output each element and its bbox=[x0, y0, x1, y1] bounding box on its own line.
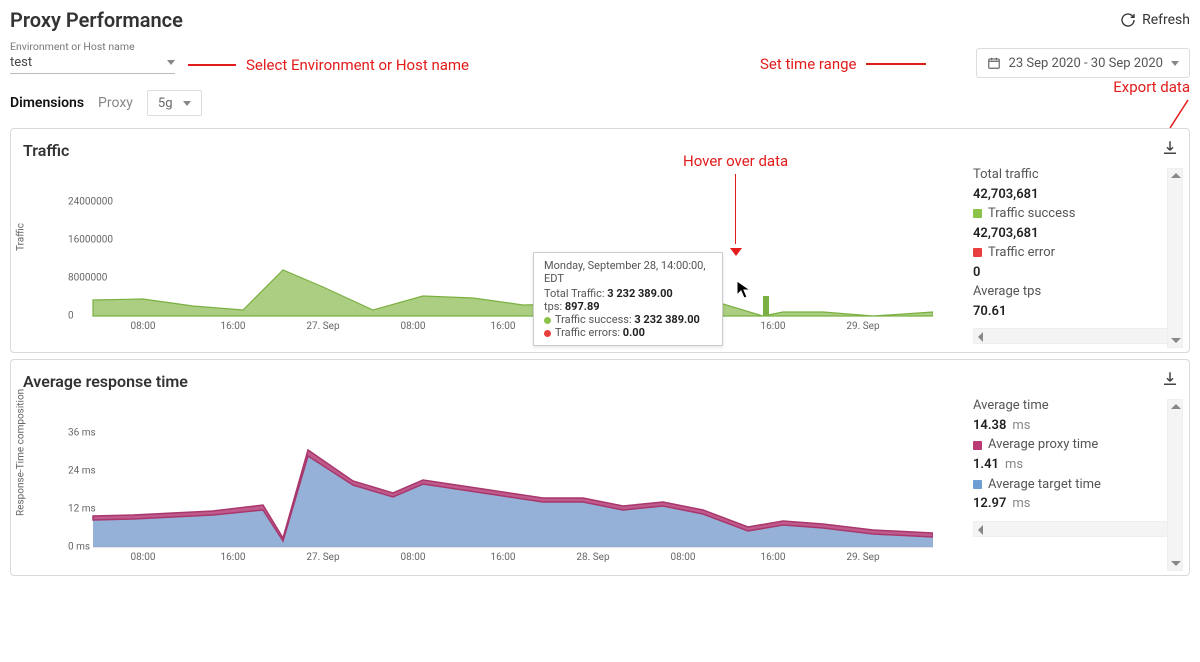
legend-v-scrollbar[interactable] bbox=[1167, 168, 1183, 348]
dimensions-proxy-label: Proxy bbox=[98, 95, 133, 111]
legend-avg-tps-value: 70.61 bbox=[973, 303, 1177, 321]
date-range-picker[interactable]: 23 Sep 2020 - 30 Sep 2020 bbox=[976, 48, 1190, 78]
tooltip-errors-label: Traffic errors: bbox=[555, 326, 620, 339]
legend-proxy-label: Average proxy time bbox=[988, 437, 1098, 452]
dimensions-proxy-value: 5g bbox=[158, 96, 173, 111]
date-range-value: 23 Sep 2020 - 30 Sep 2020 bbox=[1009, 56, 1163, 71]
unit-ms: ms bbox=[1005, 457, 1023, 472]
legend-success-value: 42,703,681 bbox=[973, 225, 1177, 243]
square-red-icon bbox=[973, 248, 982, 257]
traffic-chart[interactable]: Traffic 0 8000000 16000000 24000000 08:0… bbox=[23, 166, 943, 336]
traffic-tooltip: Monday, September 28, 14:00:00, EDT Tota… bbox=[533, 252, 723, 346]
download-icon bbox=[1161, 370, 1179, 388]
refresh-button[interactable]: Refresh bbox=[1120, 12, 1190, 28]
environment-value: test bbox=[10, 55, 32, 70]
environment-label: Environment or Host name bbox=[10, 40, 175, 53]
response-time-panel-title: Average response time bbox=[23, 372, 1177, 391]
dimensions-proxy-select[interactable]: 5g bbox=[147, 90, 202, 116]
chevron-down-icon bbox=[1171, 61, 1179, 66]
export-traffic-button[interactable] bbox=[1161, 139, 1179, 161]
square-blue-icon bbox=[973, 480, 982, 489]
dot-green-icon bbox=[544, 317, 551, 324]
download-icon bbox=[1161, 139, 1179, 157]
annotation-hover: Hover over data bbox=[683, 152, 788, 170]
annotation-env: Select Environment or Host name bbox=[246, 56, 469, 74]
environment-select[interactable]: Environment or Host name test bbox=[10, 40, 175, 74]
tooltip-tps-value: 897.89 bbox=[565, 300, 600, 313]
response-time-area-chart bbox=[63, 397, 933, 567]
legend-success-label: Traffic success bbox=[988, 206, 1075, 221]
dot-red-icon bbox=[544, 330, 551, 337]
x-tick: 16:00 bbox=[761, 321, 786, 332]
annotation-export: Export data bbox=[1113, 78, 1190, 96]
legend-target-label: Average target time bbox=[988, 477, 1101, 492]
x-tick: 16:00 bbox=[221, 321, 246, 332]
response-time-chart[interactable]: Response-Time composition 0 ms 12 ms 24 … bbox=[23, 397, 943, 567]
response-time-legend: Average time 14.38ms Average proxy time … bbox=[943, 397, 1177, 567]
x-tick: 08:00 bbox=[131, 321, 156, 332]
x-tick: 08:00 bbox=[131, 552, 156, 563]
response-time-y-axis-label: Response-Time composition bbox=[16, 389, 27, 516]
cursor-icon bbox=[736, 280, 752, 300]
x-tick: 08:00 bbox=[401, 552, 426, 563]
tooltip-errors-value: 0.00 bbox=[623, 326, 645, 339]
dimensions-label: Dimensions bbox=[10, 95, 84, 111]
calendar-icon bbox=[987, 56, 1001, 70]
chevron-down-icon bbox=[183, 101, 191, 106]
traffic-y-axis-label: Traffic bbox=[16, 223, 27, 251]
legend-total-label: Total traffic bbox=[973, 166, 1177, 184]
tooltip-total-value: 3 232 389.00 bbox=[607, 287, 672, 300]
x-tick: 08:00 bbox=[671, 552, 696, 563]
x-tick: 27. Sep bbox=[306, 552, 339, 563]
legend-avg-tps-label: Average tps bbox=[973, 283, 1177, 301]
response-time-panel: Average response time Response-Time comp… bbox=[10, 359, 1190, 576]
chevron-down-icon bbox=[167, 60, 175, 65]
refresh-icon bbox=[1120, 12, 1136, 28]
tooltip-total-label: Total Traffic: bbox=[544, 287, 605, 300]
traffic-panel: Traffic Traffic 0 8000000 16000000 24000… bbox=[10, 128, 1190, 353]
x-tick: 29. Sep bbox=[846, 552, 879, 563]
legend-v-scrollbar[interactable] bbox=[1167, 399, 1183, 571]
traffic-area-chart bbox=[63, 166, 933, 336]
x-tick: 16:00 bbox=[491, 552, 516, 563]
x-tick: 27. Sep bbox=[306, 321, 339, 332]
tooltip-tps-label: tps: bbox=[544, 300, 562, 313]
tooltip-success-value: 3 232 389.00 bbox=[634, 313, 699, 326]
traffic-legend: Total traffic 42,703,681 Traffic success… bbox=[943, 166, 1177, 344]
x-tick: 16:00 bbox=[221, 552, 246, 563]
legend-error-label: Traffic error bbox=[988, 245, 1055, 260]
legend-error-value: 0 bbox=[973, 264, 1177, 282]
square-green-icon bbox=[973, 209, 982, 218]
square-purple-icon bbox=[973, 441, 982, 450]
traffic-panel-title: Traffic bbox=[23, 141, 1177, 160]
x-tick: 28. Sep bbox=[576, 552, 609, 563]
unit-ms: ms bbox=[1012, 418, 1030, 433]
x-tick: 16:00 bbox=[761, 552, 786, 563]
x-tick: 08:00 bbox=[401, 321, 426, 332]
x-tick: 29. Sep bbox=[846, 321, 879, 332]
export-response-time-button[interactable] bbox=[1161, 370, 1179, 392]
x-tick: 16:00 bbox=[491, 321, 516, 332]
tooltip-success-label: Traffic success: bbox=[555, 313, 632, 326]
legend-h-scrollbar[interactable] bbox=[973, 328, 1177, 344]
tooltip-header: Monday, September 28, 14:00:00, EDT bbox=[544, 259, 712, 285]
legend-total-value: 42,703,681 bbox=[973, 186, 1177, 204]
refresh-label: Refresh bbox=[1142, 12, 1190, 28]
legend-target-value: 12.97 bbox=[973, 496, 1006, 511]
legend-h-scrollbar[interactable] bbox=[973, 521, 1177, 537]
page-title: Proxy Performance bbox=[10, 8, 183, 32]
annotation-time: Set time range bbox=[760, 55, 856, 73]
legend-avg-value: 14.38 bbox=[973, 418, 1006, 433]
unit-ms: ms bbox=[1012, 496, 1030, 511]
legend-avg-label: Average time bbox=[973, 397, 1177, 415]
legend-proxy-value: 1.41 bbox=[973, 457, 999, 472]
